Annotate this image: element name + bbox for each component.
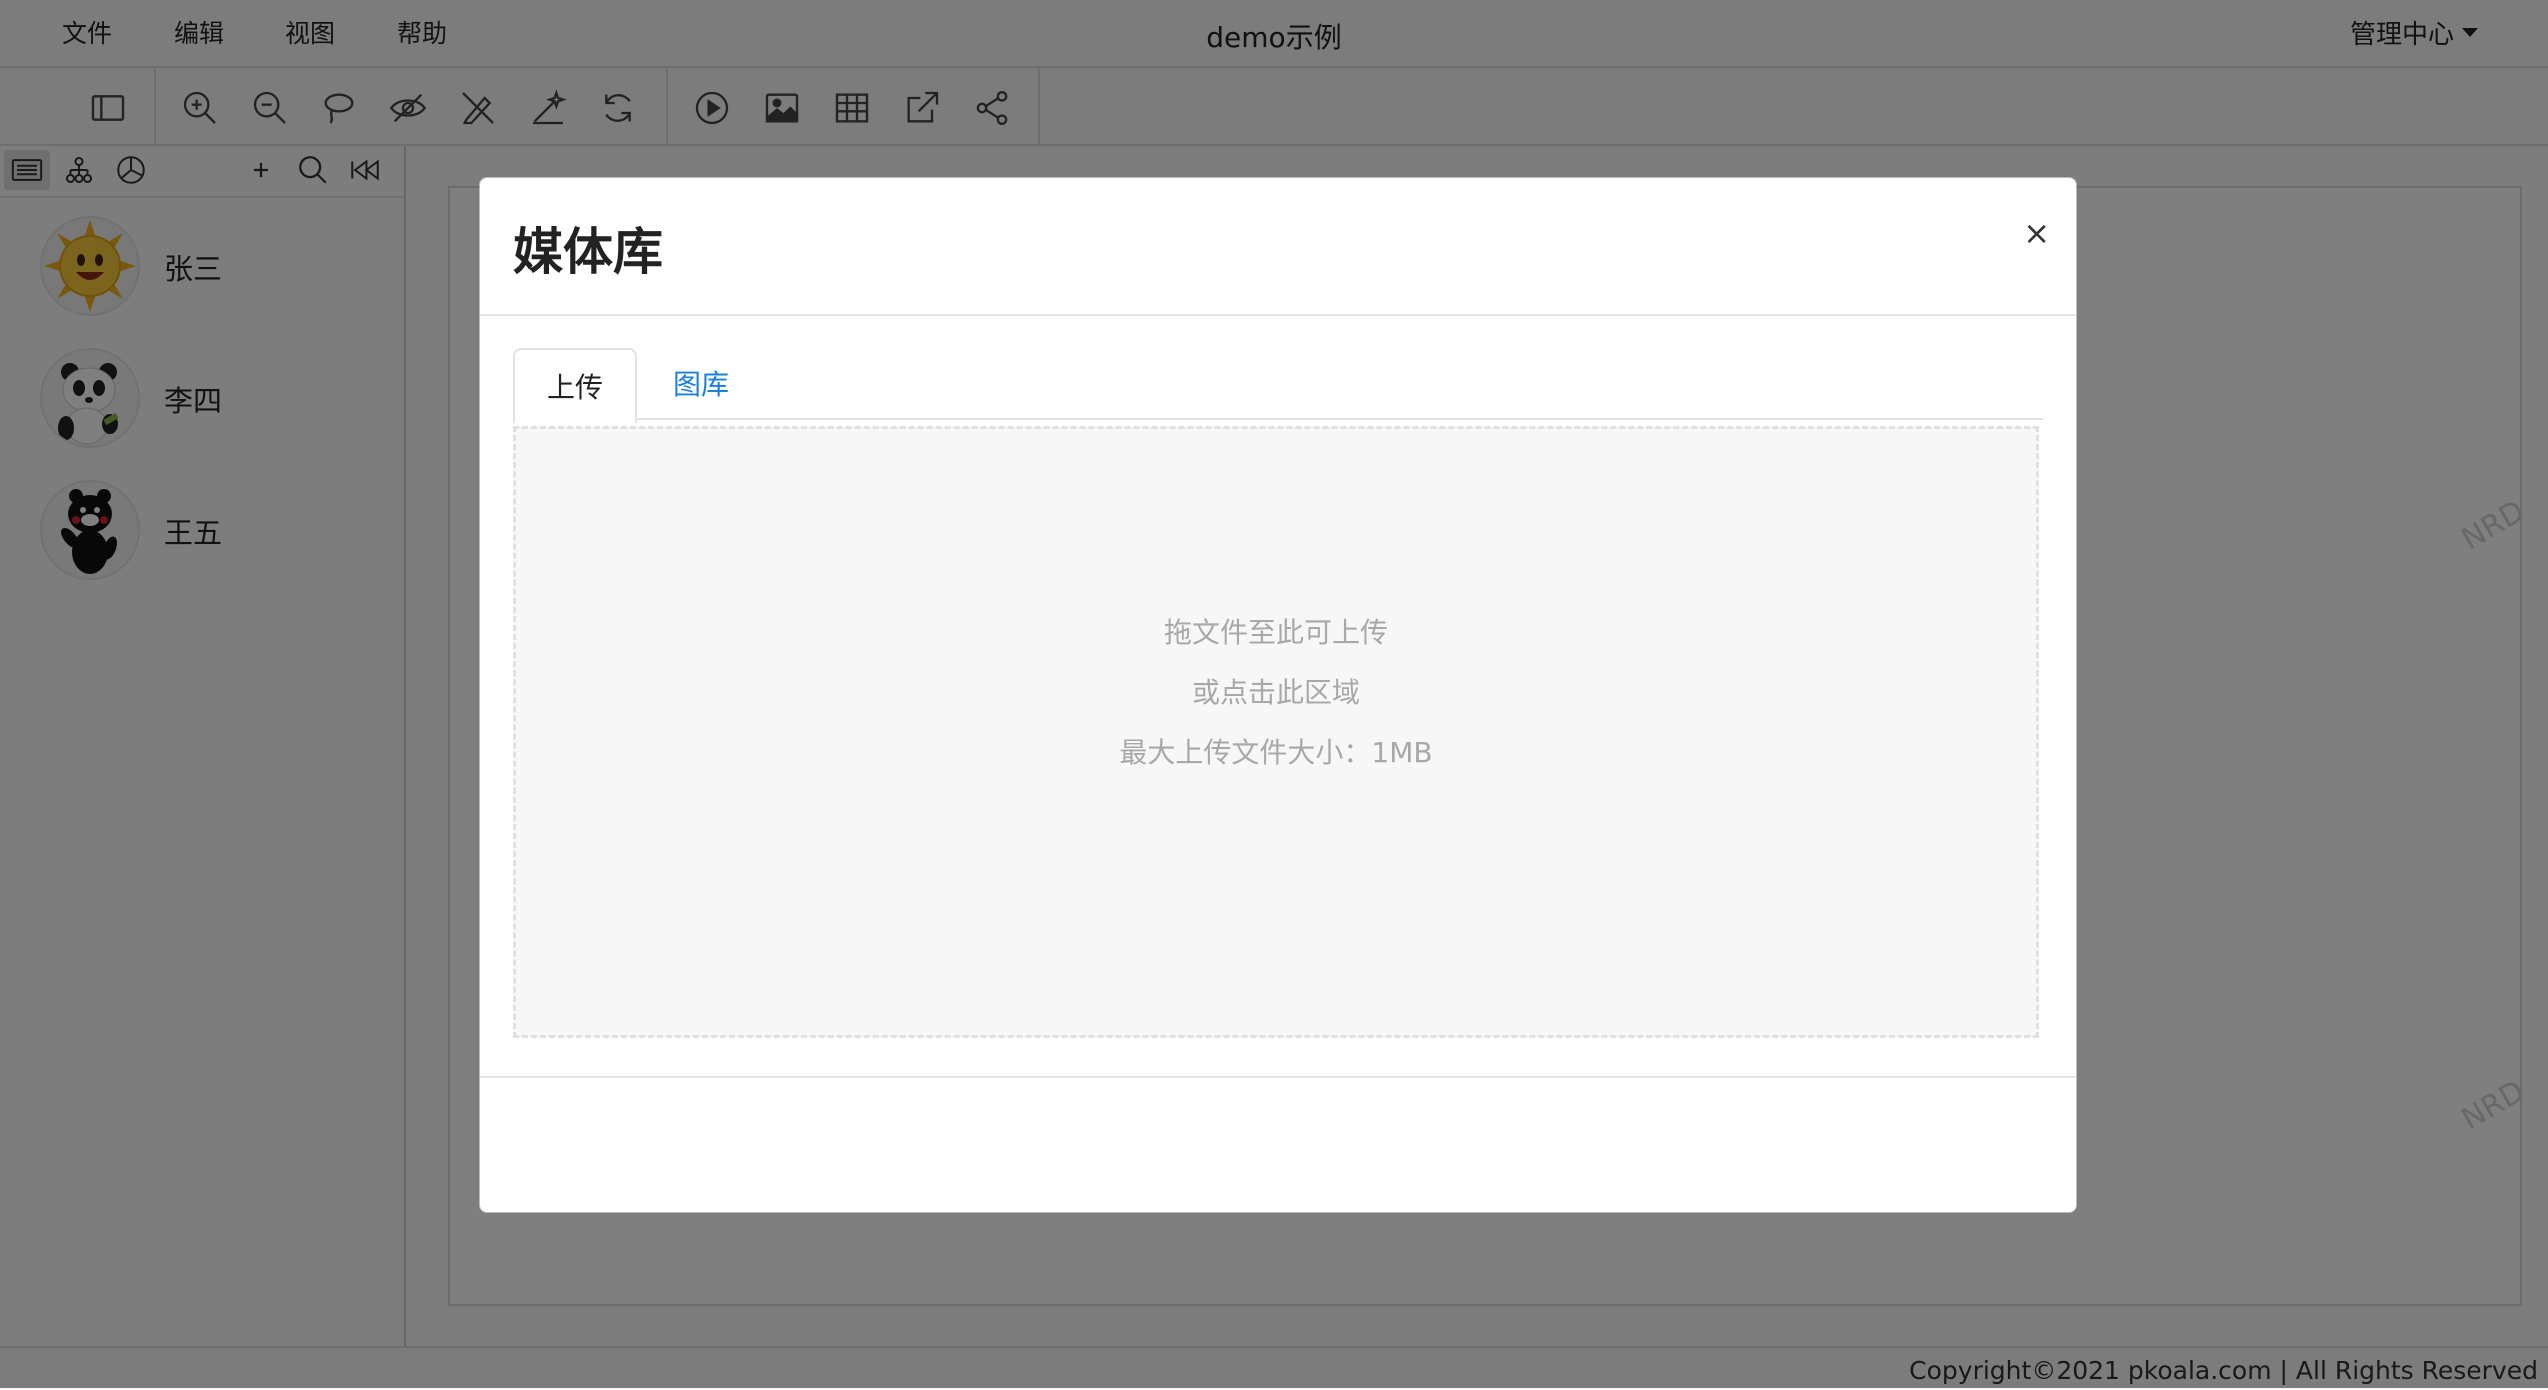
tab-gallery[interactable]: 图库 (641, 348, 761, 418)
dropzone-hint-drag: 拖文件至此可上传 (1163, 616, 1388, 649)
tab-upload[interactable]: 上传 (513, 348, 638, 424)
tab-upload-label: 上传 (547, 371, 604, 404)
modal-footer-divider (480, 1076, 2076, 1078)
modal-tabs: 上传 图库 (513, 348, 2043, 424)
dropzone-max-size: 最大上传文件大小：1MB (1119, 736, 1433, 769)
tab-gallery-label: 图库 (673, 368, 730, 401)
close-icon[interactable]: × (2023, 214, 2050, 252)
media-library-dialog: 媒体库 × 上传 图库 拖文件至此可上传 或点击此区域 最大上传文件大小：1MB (479, 177, 2077, 1213)
dropzone-hint-click: 或点击此区域 (1191, 676, 1360, 709)
upload-dropzone[interactable]: 拖文件至此可上传 或点击此区域 最大上传文件大小：1MB (513, 426, 2039, 1038)
modal-header: 媒体库 × (480, 178, 2076, 316)
modal-title: 媒体库 (513, 223, 663, 281)
